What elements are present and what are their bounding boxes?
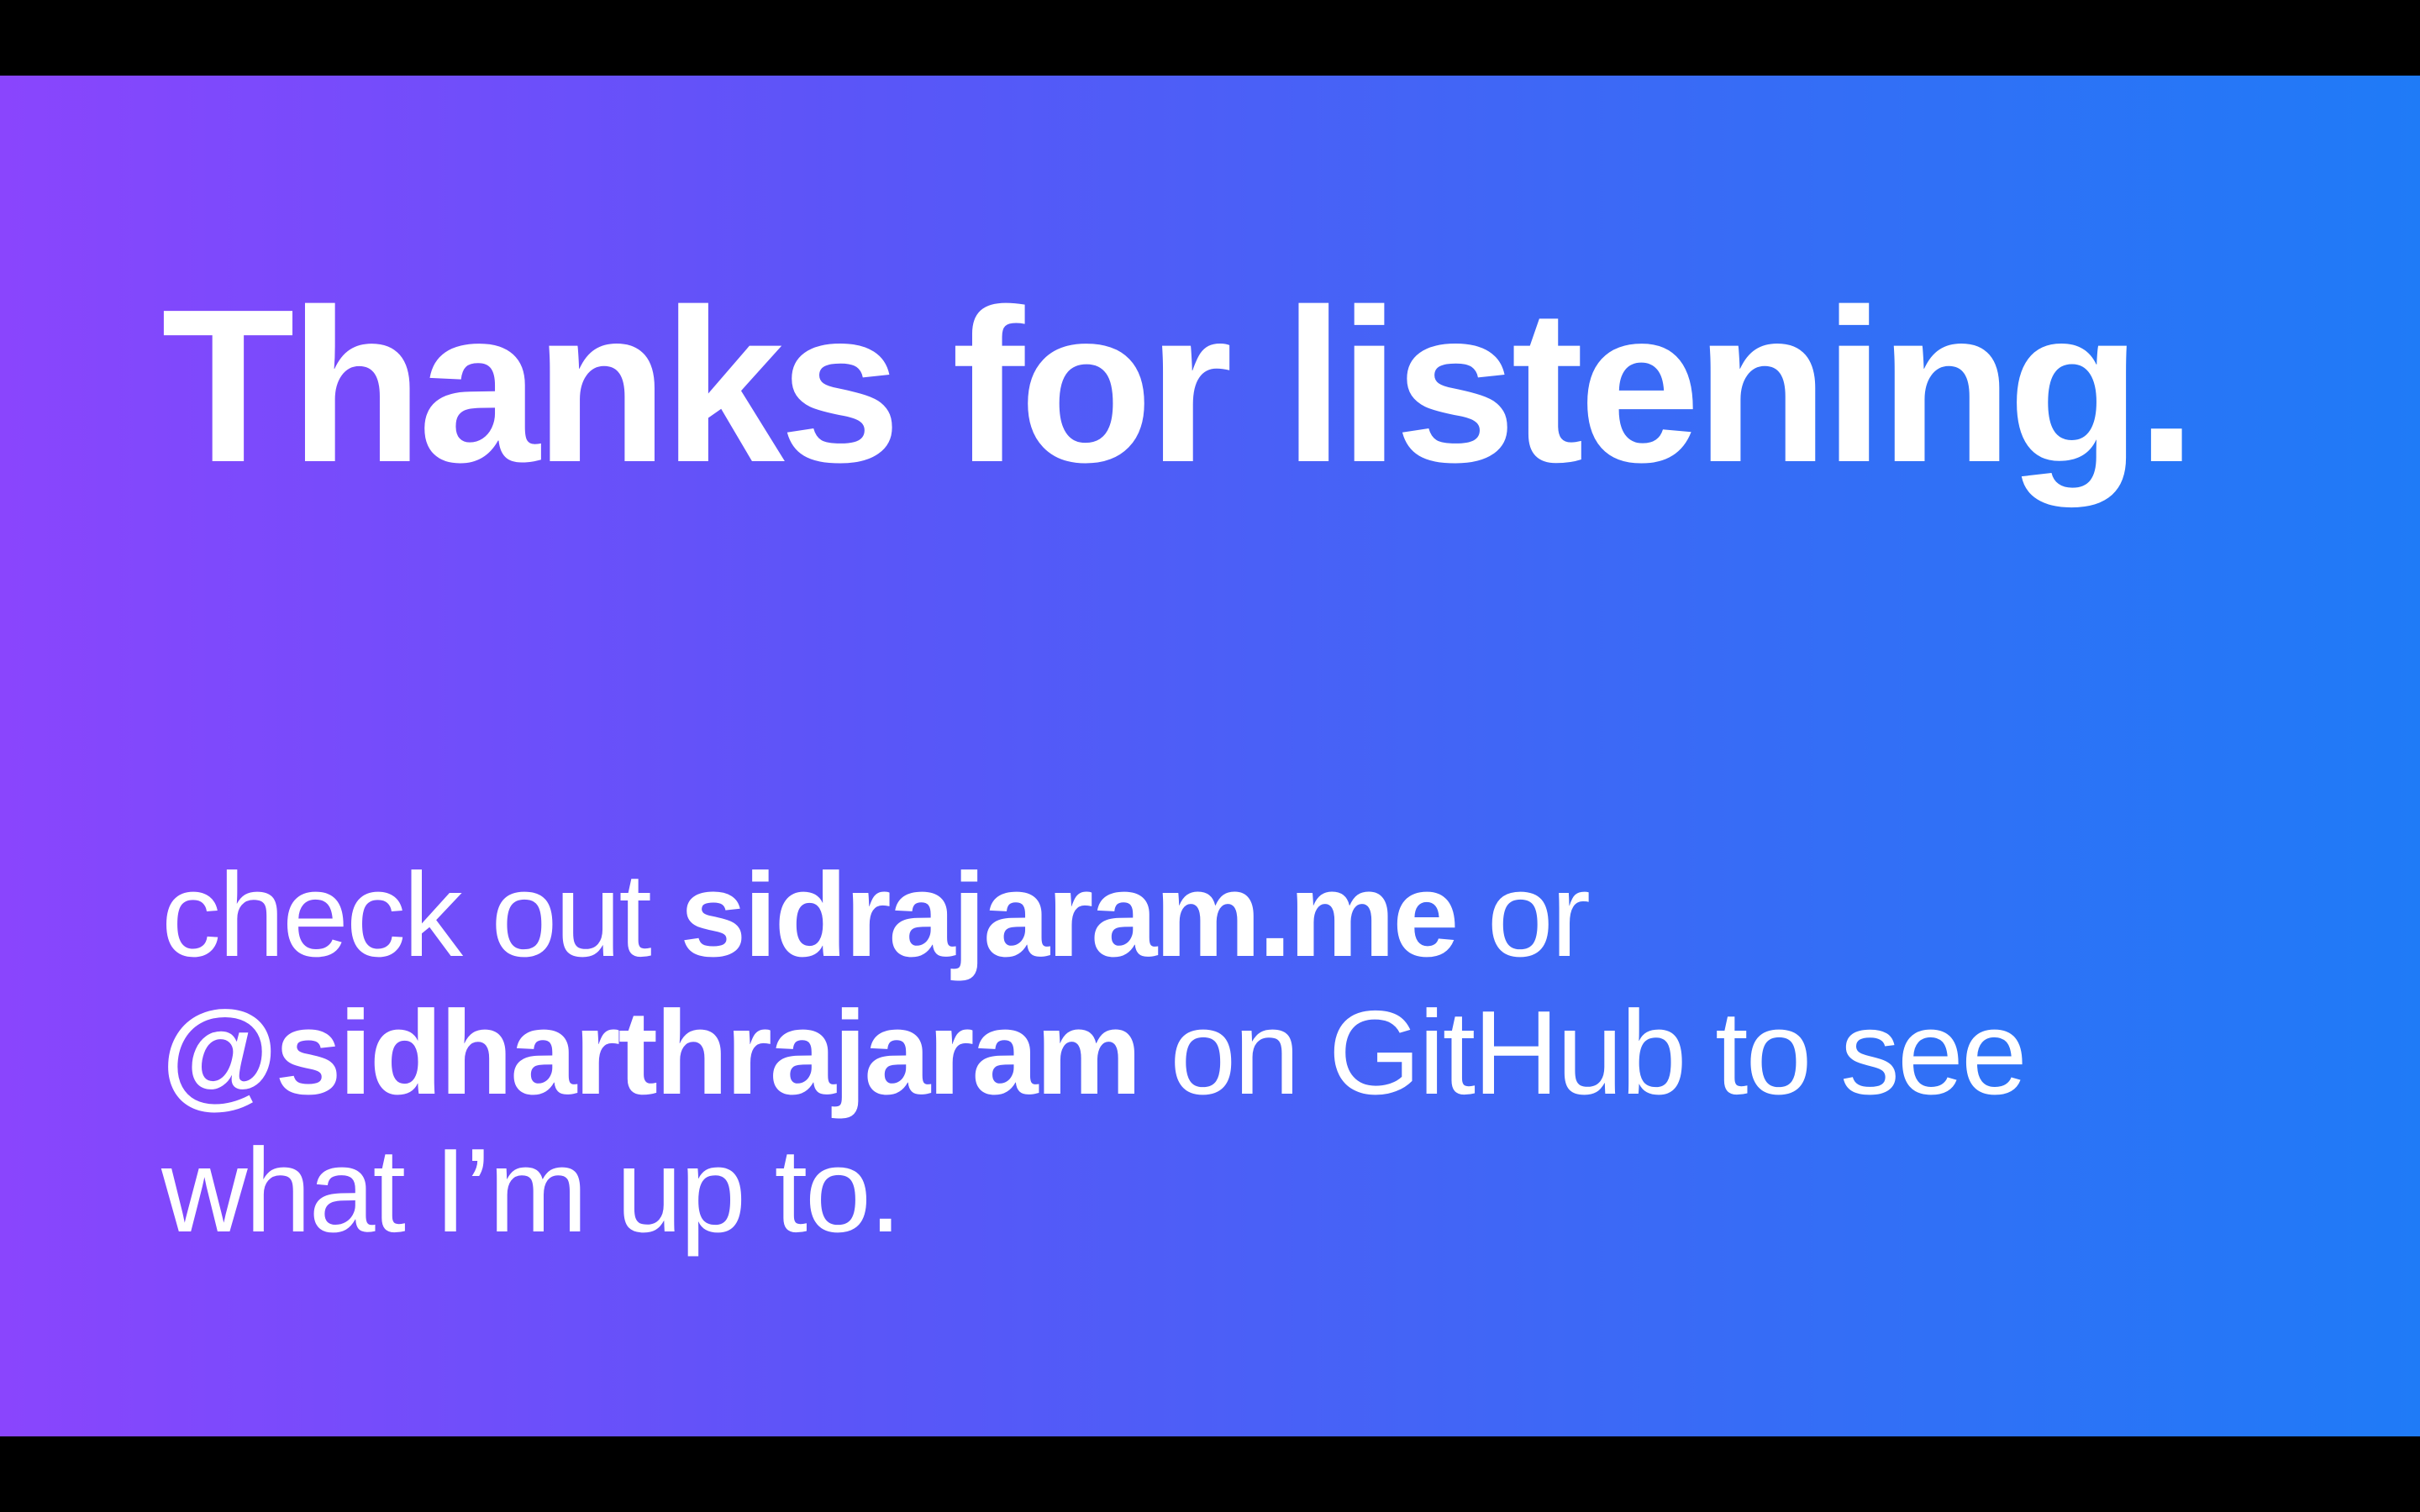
body-github-suffix: on GitHub to see <box>1139 986 2028 1120</box>
body-or: or <box>1456 848 1591 982</box>
body-prefix: check out <box>161 848 681 982</box>
github-handle: @sidharthrajaram <box>161 986 1142 1120</box>
slide: Thanks for listening. check out sidrajar… <box>0 76 2420 1436</box>
website-text: sidrajaram.me <box>680 848 1459 982</box>
letterbox-top <box>0 0 2420 76</box>
slide-title: Thanks for listening. <box>161 265 2196 508</box>
letterbox-bottom <box>0 1436 2420 1512</box>
slide-body: check out sidrajaram.me or @sidharthrajar… <box>161 847 2262 1260</box>
presentation-frame: Thanks for listening. check out sidrajar… <box>0 0 2420 1512</box>
body-closing: what I’m up to. <box>161 1124 902 1257</box>
